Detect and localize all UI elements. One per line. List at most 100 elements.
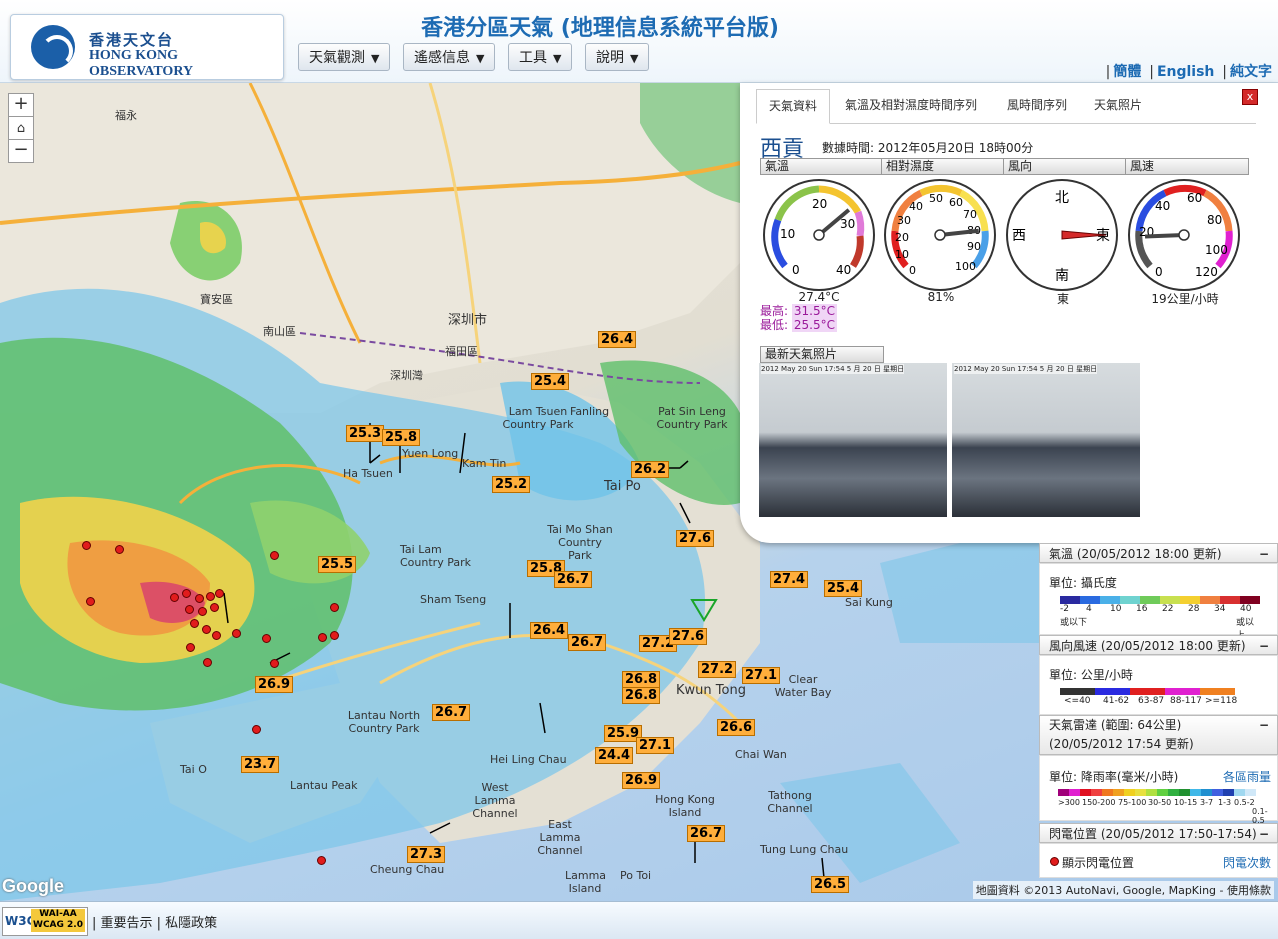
- temperature-label[interactable]: 24.4: [595, 747, 634, 764]
- zoom-in-button[interactable]: +: [8, 93, 34, 117]
- lang-text-only-link[interactable]: 純文字: [1230, 64, 1272, 80]
- place-label: Tai Po: [604, 479, 641, 494]
- temperature-color-scale: [1060, 596, 1260, 604]
- temperature-label[interactable]: 26.7: [687, 825, 726, 842]
- footer-links[interactable]: | 重要告示 | 私隱政策: [92, 912, 217, 931]
- lang-simplified-link[interactable]: 簡體: [1113, 64, 1141, 80]
- latest-photo-title: 最新天氣照片: [760, 346, 884, 363]
- place-label: Ha Tsuen: [343, 467, 393, 480]
- place-label: Kwun Tong: [676, 683, 746, 698]
- lightning-count-link[interactable]: 閃電次數: [1223, 854, 1271, 871]
- gauge-tick: 0: [792, 263, 800, 277]
- legend-wind-body: 單位: 公里/小時 <=40 41-62 63-87 88-117 >=118: [1039, 655, 1278, 715]
- place-label: Sai Kung: [845, 596, 893, 609]
- temperature-label[interactable]: 25.4: [531, 373, 570, 390]
- scale-tick: >300: [1058, 798, 1080, 807]
- tab-temp-humidity-series[interactable]: 氣溫及相對濕度時間序列: [833, 89, 989, 122]
- photo-timestamp: 2012 May 20 Sun 17:54 5 月 20 日 星期日: [954, 364, 1098, 374]
- place-label: Hei Ling Chau: [490, 753, 567, 766]
- temperature-label[interactable]: 27.3: [407, 846, 446, 863]
- temperature-label[interactable]: 26.2: [631, 461, 670, 478]
- temperature-label[interactable]: 26.4: [530, 622, 569, 639]
- temperature-label[interactable]: 25.5: [318, 556, 357, 573]
- minimize-icon[interactable]: −: [1259, 636, 1269, 656]
- scale-tick: 16: [1136, 604, 1148, 614]
- temperature-label[interactable]: 26.6: [717, 719, 756, 736]
- lightning-marker: [182, 589, 191, 598]
- scale-tick: 10-15: [1174, 798, 1198, 807]
- humidity-gauge: 0 10 20 30 40 50 60 70 80 90 100: [884, 179, 996, 291]
- w3c-wcag-badge[interactable]: W3C WAI-AA WCAG 2.0: [2, 907, 88, 936]
- minimize-icon[interactable]: −: [1259, 824, 1269, 844]
- show-lightning-label[interactable]: 顯示閃電位置: [1062, 854, 1134, 871]
- temperature-label[interactable]: 26.8: [622, 687, 661, 704]
- place-label: Lam Tsuen Country Park: [502, 405, 574, 431]
- temperature-label[interactable]: 27.1: [636, 737, 675, 754]
- gauge-title-temperature: 氣溫: [760, 158, 884, 175]
- temperature-label[interactable]: 27.6: [669, 628, 708, 645]
- zoom-out-button[interactable]: −: [8, 139, 34, 163]
- lightning-marker: [195, 594, 204, 603]
- lang-english-link[interactable]: English: [1157, 64, 1214, 80]
- minimize-icon[interactable]: −: [1259, 716, 1269, 735]
- regional-rainfall-link[interactable]: 各區雨量: [1223, 768, 1271, 785]
- legend-lightning-header[interactable]: 閃電位置 (20/05/2012 17:50-17:54) −: [1039, 823, 1278, 843]
- scale-tick: 75-100: [1118, 798, 1147, 807]
- scale-tick: 3-7: [1200, 798, 1214, 807]
- temperature-label[interactable]: 25.2: [492, 476, 531, 493]
- legend-wind-title: 風向風速 (20/05/2012 18:00 更新): [1049, 639, 1246, 653]
- min-value: 25.5°C: [791, 318, 837, 332]
- temperature-label[interactable]: 26.9: [255, 676, 294, 693]
- tab-weather-data[interactable]: 天氣資料: [756, 89, 831, 124]
- temperature-label[interactable]: 27.4: [770, 571, 809, 588]
- menu-tools[interactable]: 工具 ▼: [508, 43, 573, 71]
- scale-tick: -2: [1060, 604, 1069, 614]
- temperature-label[interactable]: 27.6: [676, 530, 715, 547]
- weather-photo[interactable]: 2012 May 20 Sun 17:54 5 月 20 日 星期日: [952, 363, 1140, 517]
- hko-logo[interactable]: 香港天文台 HONG KONG OBSERVATORY: [10, 14, 284, 80]
- temperature-label[interactable]: 27.2: [698, 661, 737, 678]
- tab-weather-photos[interactable]: 天氣照片: [1082, 89, 1154, 122]
- menu-remote-sensing[interactable]: 遙感信息 ▼: [403, 43, 496, 71]
- temperature-label[interactable]: 27.1: [742, 667, 781, 684]
- temperature-label[interactable]: 23.7: [241, 756, 280, 773]
- scale-tick: 40: [1240, 604, 1252, 614]
- temperature-label[interactable]: 26.7: [554, 571, 593, 588]
- temperature-label[interactable]: 25.4: [824, 580, 863, 597]
- temperature-label[interactable]: 26.4: [598, 331, 637, 348]
- temperature-label[interactable]: 26.7: [568, 634, 607, 651]
- home-button[interactable]: ⌂: [8, 116, 34, 140]
- temperature-label[interactable]: 25.8: [382, 429, 421, 446]
- legend-radar-header[interactable]: 天氣雷達 (範圍: 64公里) (20/05/2012 17:54 更新) −: [1039, 715, 1278, 755]
- close-icon[interactable]: x: [1242, 89, 1258, 105]
- temperature-label[interactable]: 26.5: [811, 876, 850, 893]
- gauge-tick: 60: [949, 196, 963, 209]
- scale-tick: <=40: [1064, 696, 1091, 706]
- scale-tick: 22: [1162, 604, 1174, 614]
- logo-english: HONG KONG OBSERVATORY: [89, 48, 194, 79]
- station-info-window: 天氣資料 氣溫及相對濕度時間序列 風時間序列 天氣照片 x 西貢 數據時間: 2…: [740, 83, 1278, 543]
- menu-help[interactable]: 說明 ▼: [585, 43, 650, 71]
- menu-weather-observation[interactable]: 天氣觀測 ▼: [298, 43, 391, 71]
- gauge-tick: 30: [897, 214, 911, 227]
- temperature-label[interactable]: 26.9: [622, 772, 661, 789]
- weather-photo[interactable]: 2012 May 20 Sun 17:54 5 月 20 日 星期日: [759, 363, 947, 517]
- legend-wind-header[interactable]: 風向風速 (20/05/2012 18:00 更新) −: [1039, 635, 1278, 655]
- hko-logo-icon: [31, 25, 75, 69]
- gauge-tick: 100: [1205, 243, 1228, 257]
- header: 香港天文台 HONG KONG OBSERVATORY 香港分區天氣 (地理信息…: [0, 0, 1278, 83]
- lightning-marker: [330, 631, 339, 640]
- temperature-label[interactable]: 26.7: [432, 704, 471, 721]
- minimize-icon[interactable]: −: [1259, 544, 1269, 564]
- place-label: Lantau Peak: [290, 779, 358, 792]
- scale-tick: 63-87: [1138, 696, 1165, 706]
- place-label: Tai O: [180, 763, 207, 776]
- humidity-value: 81%: [927, 290, 955, 304]
- tab-wind-series[interactable]: 風時間序列: [995, 89, 1079, 122]
- map-attribution[interactable]: 地圖資料 ©2013 AutoNavi, Google, MapKing - 使…: [972, 881, 1274, 899]
- temperature-label[interactable]: 26.8: [622, 671, 661, 688]
- temperature-label[interactable]: 25.3: [346, 425, 385, 442]
- place-label: Sham Tseng: [420, 593, 487, 606]
- place-label: 南山區: [263, 325, 296, 338]
- legend-temperature-header[interactable]: 氣溫 (20/05/2012 18:00 更新) −: [1039, 543, 1278, 563]
